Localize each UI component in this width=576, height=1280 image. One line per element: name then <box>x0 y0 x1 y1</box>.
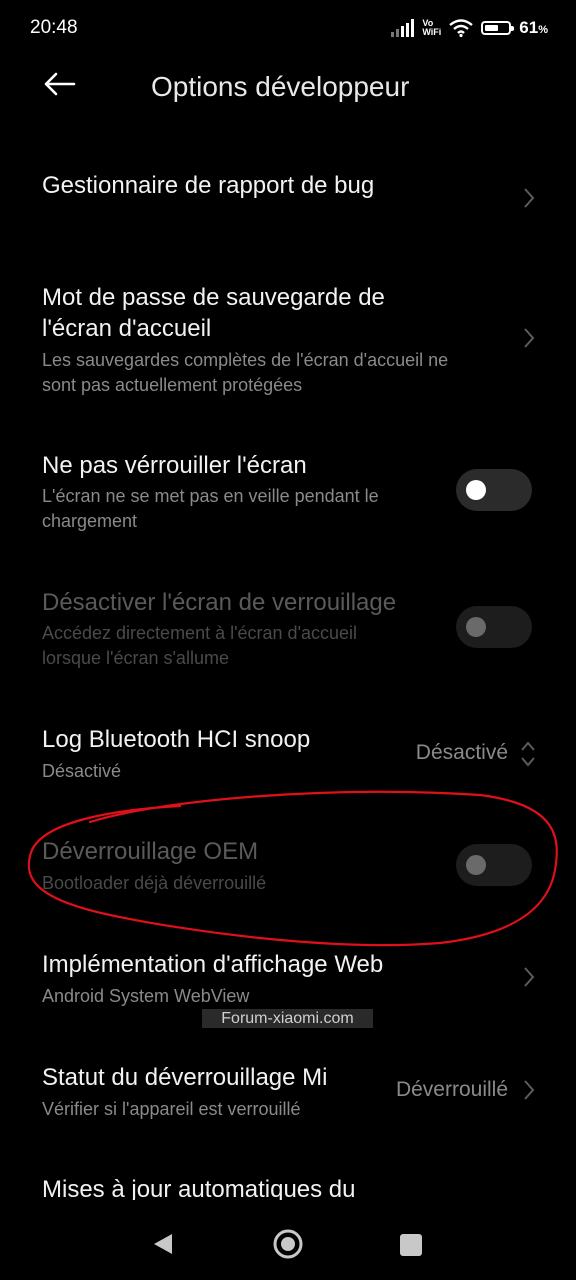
item-subtitle: Désactivé <box>42 761 122 781</box>
app-header: Options développeur <box>0 56 576 120</box>
item-title: Désactiver l'écran de verrouillage <box>42 589 397 616</box>
backup-password-item[interactable]: Mot de passe de sauvegarde de l'écran d'… <box>0 270 576 410</box>
item-title: Déverrouillage OEM <box>42 838 259 865</box>
item-subtitle: Vérifier si l'appareil est verrouillé <box>42 1099 301 1119</box>
battery-percent: 61% <box>519 18 548 37</box>
battery-icon <box>481 21 515 35</box>
chevron-right-icon <box>524 188 535 208</box>
item-title: Ne pas vérrouiller l'écran <box>42 452 307 479</box>
item-subtitle-line1: L'écran ne se met pas en veille pendant … <box>42 486 379 506</box>
item-title: Gestionnaire de rapport de bug <box>42 172 375 199</box>
bug-report-manager-item[interactable]: Gestionnaire de rapport de bug <box>0 160 576 240</box>
oem-unlock-item: Déverrouillage OEM Bootloader déjà déver… <box>0 826 576 906</box>
item-subtitle-line1: Les sauvegardes complètes de l'écran d'a… <box>42 350 449 370</box>
wifi-icon <box>449 19 474 37</box>
disable-lockscreen-item: Désactiver l'écran de verrouillage Accéd… <box>0 577 576 687</box>
bluetooth-hci-snoop-item[interactable]: Log Bluetooth HCI snoop Désactivé Désact… <box>0 714 576 794</box>
vowifi-icon: Vo WiFi <box>422 18 442 37</box>
up-down-chevron-icon <box>521 741 535 767</box>
item-title: Statut du déverrouillage Mi <box>42 1064 328 1091</box>
item-value: Déverrouillé <box>395 1078 508 1101</box>
arrow-left-icon[interactable] <box>40 68 80 100</box>
triangle-back-icon[interactable] <box>152 1232 174 1256</box>
cellular-signal-icon <box>391 19 415 37</box>
item-subtitle-line2: lorsque l'écran s'allume <box>42 648 229 668</box>
navigation-bar <box>0 1200 576 1280</box>
stay-awake-toggle[interactable] <box>456 469 532 511</box>
webview-implementation-item[interactable]: Implémentation d'affichage Web Android S… <box>0 939 576 1019</box>
page-title: Options développeur <box>151 71 410 102</box>
watermark: Forum-xiaomi.com <box>202 1009 373 1028</box>
status-bar: 20:48 Vo WiFi 61% <box>0 0 576 56</box>
item-value: Désactivé <box>415 741 508 764</box>
oem-unlock-toggle <box>456 844 532 886</box>
circle-home-icon[interactable] <box>272 1228 304 1260</box>
stay-awake-item[interactable]: Ne pas vérrouiller l'écran L'écran ne se… <box>0 440 576 550</box>
item-subtitle-line2: sont pas actuellement protégées <box>42 375 303 395</box>
item-title: Log Bluetooth HCI snoop <box>42 726 311 753</box>
item-title-line2: l'écran d'accueil <box>42 315 212 342</box>
disable-lockscreen-toggle <box>456 606 532 648</box>
item-title-line1: Mot de passe de sauvegarde de <box>42 284 385 311</box>
chevron-right-icon <box>524 328 535 348</box>
item-subtitle-line1: Accédez directement à l'écran d'accueil <box>42 623 358 643</box>
status-icons: Vo WiFi 61% <box>391 14 548 42</box>
status-time: 20:48 <box>30 17 78 38</box>
auto-updates-item[interactable]: Mises à jour automatiques du <box>0 1164 576 1204</box>
item-subtitle-line2: chargement <box>42 511 138 531</box>
chevron-right-icon <box>524 967 535 987</box>
item-subtitle: Bootloader déjà déverrouillé <box>42 873 267 893</box>
chevron-right-icon <box>524 1080 535 1100</box>
item-subtitle: Android System WebView <box>42 986 250 1006</box>
item-title: Implémentation d'affichage Web <box>42 951 384 978</box>
mi-unlock-status-item[interactable]: Statut du déverrouillage Mi Vérifier si … <box>0 1052 576 1132</box>
square-recents-icon[interactable] <box>400 1234 422 1256</box>
